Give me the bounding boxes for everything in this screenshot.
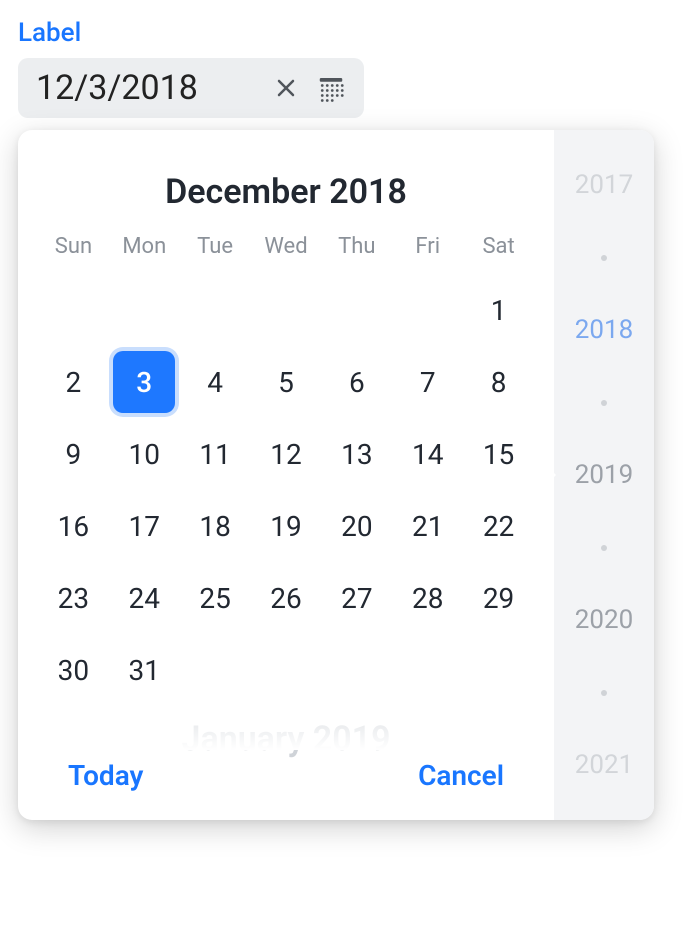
day-18[interactable]: 18	[180, 495, 251, 557]
day-20[interactable]: 20	[321, 495, 392, 557]
day-4[interactable]: 4	[180, 351, 251, 413]
clear-icon[interactable]	[274, 76, 298, 100]
day-8[interactable]: 8	[463, 351, 534, 413]
day-14[interactable]: 14	[392, 423, 463, 485]
day-30[interactable]: 30	[38, 639, 109, 701]
weekday-header: Thu	[321, 234, 392, 259]
month-title: December 2018	[38, 172, 534, 212]
weekday-header: Fri	[392, 234, 463, 259]
day-2[interactable]: 2	[38, 351, 109, 413]
year-rail-notch-icon	[544, 463, 556, 487]
weekday-header: Mon	[109, 234, 180, 259]
year-2021[interactable]: 2021	[575, 750, 633, 780]
day-7[interactable]: 7	[392, 351, 463, 413]
day-empty	[109, 279, 180, 341]
days-grid: 1234567891011121314151617181920212223242…	[38, 279, 534, 701]
date-input[interactable]	[36, 68, 256, 108]
day-10[interactable]: 10	[109, 423, 180, 485]
next-month-title: January 2019	[38, 719, 534, 759]
year-separator-dot-icon	[601, 400, 607, 406]
day-6[interactable]: 6	[321, 351, 392, 413]
weekday-header: Sat	[463, 234, 534, 259]
year-2018[interactable]: 2018	[575, 315, 633, 345]
weekday-header: Tue	[180, 234, 251, 259]
calendar-icon[interactable]	[316, 73, 346, 103]
year-2020[interactable]: 2020	[575, 605, 633, 635]
weekday-header: Sun	[38, 234, 109, 259]
calendar-pane: December 2018 SunMonTueWedThuFriSat 1234…	[18, 130, 554, 820]
day-12[interactable]: 12	[251, 423, 322, 485]
year-separator-dot-icon	[601, 545, 607, 551]
year-separator-dot-icon	[601, 255, 607, 261]
day-13[interactable]: 13	[321, 423, 392, 485]
day-21[interactable]: 21	[392, 495, 463, 557]
day-17[interactable]: 17	[109, 495, 180, 557]
day-15[interactable]: 15	[463, 423, 534, 485]
day-5[interactable]: 5	[251, 351, 322, 413]
day-empty	[321, 279, 392, 341]
year-rail[interactable]: 2017 2018 2019 2020 2021	[554, 130, 654, 820]
day-22[interactable]: 22	[463, 495, 534, 557]
day-27[interactable]: 27	[321, 567, 392, 629]
day-16[interactable]: 16	[38, 495, 109, 557]
weekday-header: Wed	[251, 234, 322, 259]
day-1[interactable]: 1	[463, 279, 534, 341]
day-23[interactable]: 23	[38, 567, 109, 629]
today-button[interactable]: Today	[68, 759, 143, 792]
weekday-header-row: SunMonTueWedThuFriSat	[38, 234, 534, 259]
day-26[interactable]: 26	[251, 567, 322, 629]
day-11[interactable]: 11	[180, 423, 251, 485]
actions-row: Today Cancel	[38, 759, 534, 798]
date-picker-popover: December 2018 SunMonTueWedThuFriSat 1234…	[18, 130, 654, 820]
cancel-button[interactable]: Cancel	[418, 759, 504, 792]
year-2017[interactable]: 2017	[575, 170, 633, 200]
day-25[interactable]: 25	[180, 567, 251, 629]
date-input-container	[18, 58, 364, 118]
day-empty	[38, 279, 109, 341]
day-31[interactable]: 31	[109, 639, 180, 701]
day-3[interactable]: 3	[113, 351, 175, 413]
field-label: Label	[18, 18, 668, 48]
day-29[interactable]: 29	[463, 567, 534, 629]
day-24[interactable]: 24	[109, 567, 180, 629]
day-9[interactable]: 9	[38, 423, 109, 485]
day-empty	[251, 279, 322, 341]
year-separator-dot-icon	[601, 690, 607, 696]
day-28[interactable]: 28	[392, 567, 463, 629]
day-19[interactable]: 19	[251, 495, 322, 557]
day-empty	[392, 279, 463, 341]
day-empty	[180, 279, 251, 341]
year-2019[interactable]: 2019	[575, 460, 633, 490]
